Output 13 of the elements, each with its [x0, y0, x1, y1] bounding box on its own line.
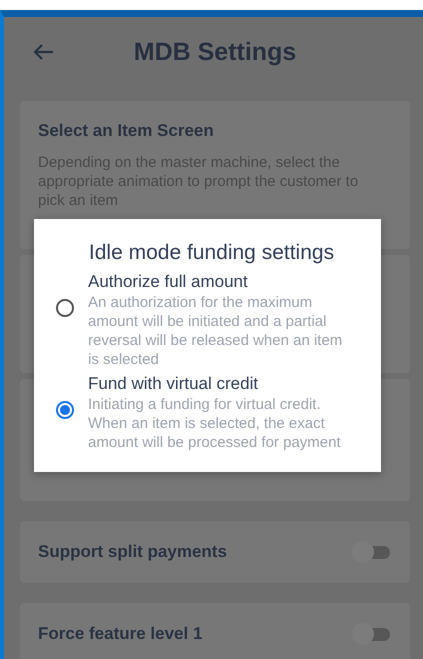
- page-title: MDB Settings: [132, 38, 298, 66]
- radio-button[interactable]: [56, 401, 74, 419]
- setting-title: Force feature level 1: [38, 624, 202, 644]
- option-description: Initiating a funding for virtual credit. When an item is selected, the exact amount will be processed for payment: [88, 395, 342, 452]
- setting-title: Support split payments: [38, 542, 227, 562]
- toggle-switch[interactable]: [352, 541, 392, 563]
- option-label[interactable]: Fund with virtual credit: [88, 373, 350, 395]
- option-description: An authorization for the maximum amount will be initiated and a partial reversal will be released when an item is selected: [88, 293, 344, 369]
- option-label[interactable]: Authorize full amount: [88, 271, 350, 293]
- radio-button[interactable]: [56, 299, 74, 317]
- toggle-switch[interactable]: [352, 623, 392, 645]
- back-arrow-icon[interactable]: [32, 43, 54, 61]
- setting-title: Select an Item Screen: [38, 121, 215, 141]
